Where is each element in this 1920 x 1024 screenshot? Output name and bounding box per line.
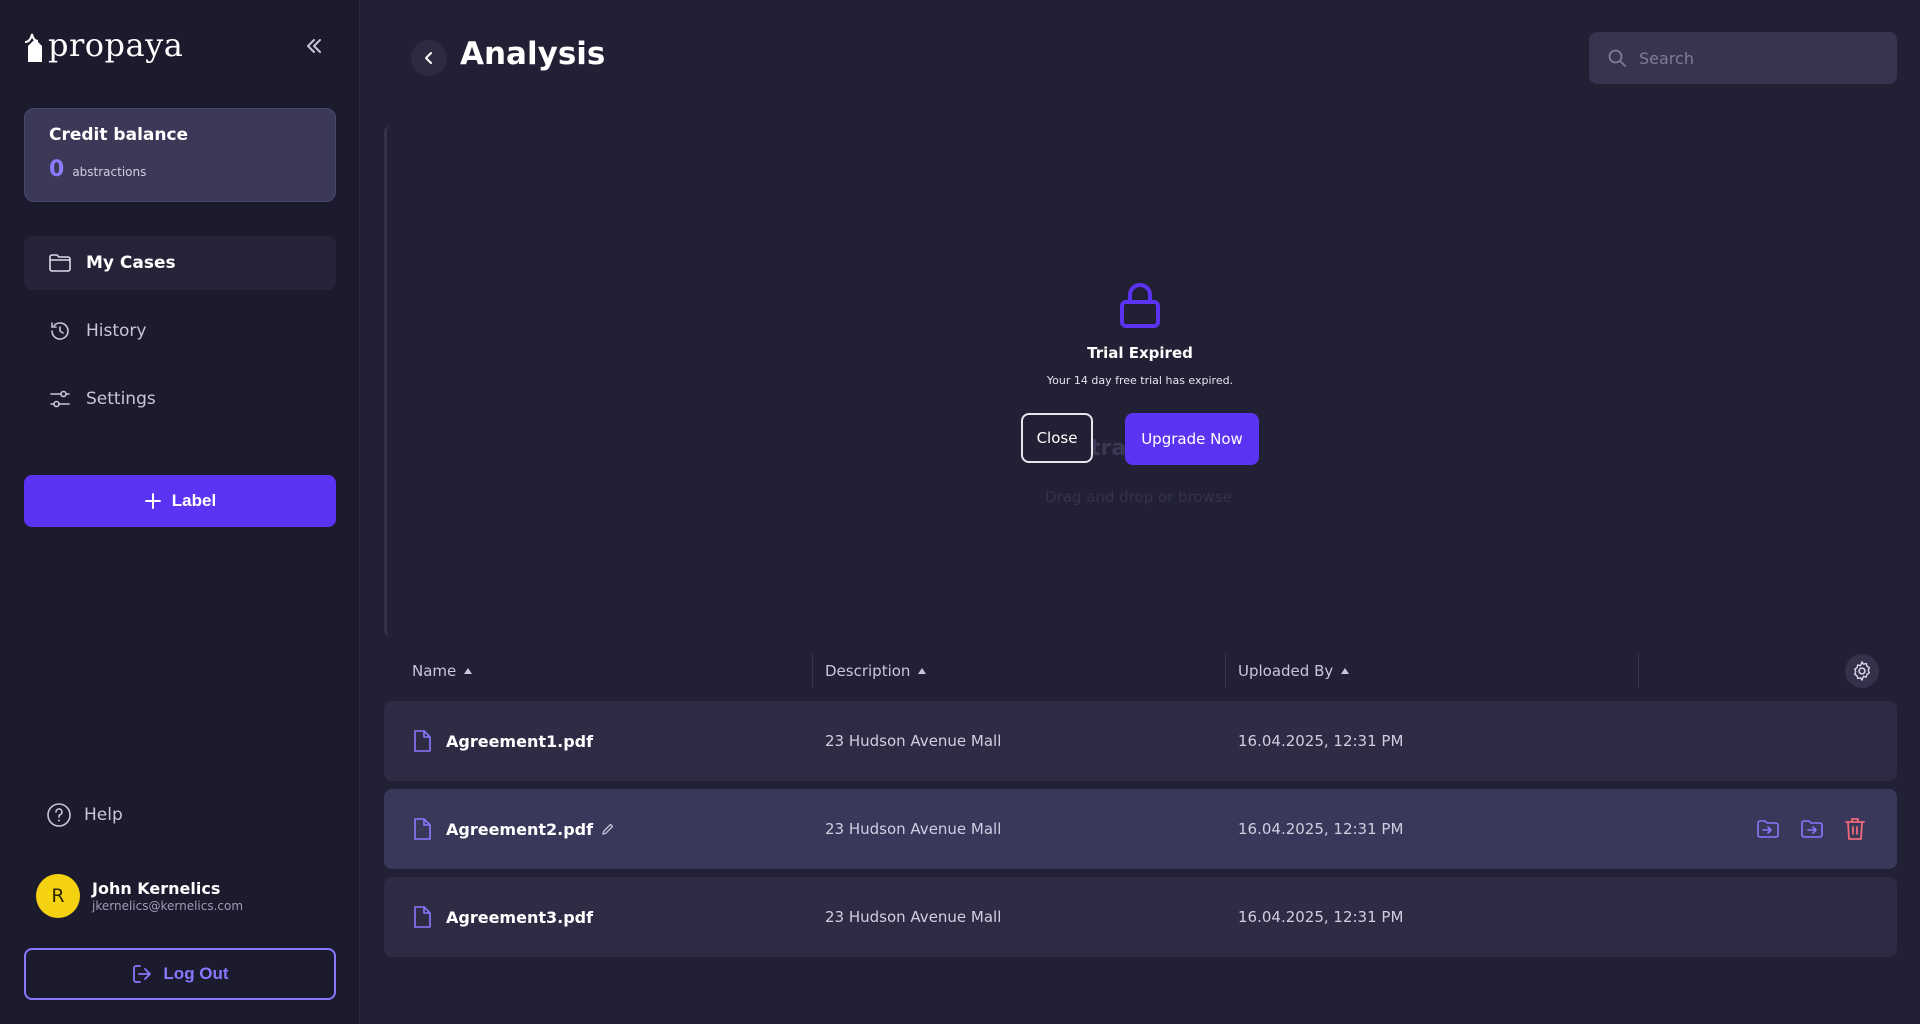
file-icon: [414, 730, 431, 752]
trial-expired-modal: Trial Expired Your 14 day free trial has…: [1000, 270, 1280, 490]
upload-dropzone-hint: Drag and drop or browse: [1045, 488, 1232, 506]
nav-item-history[interactable]: History: [24, 304, 336, 358]
logo[interactable]: propaya: [24, 26, 183, 64]
sort-up-icon: [1341, 668, 1350, 674]
column-header-description[interactable]: Description: [825, 650, 927, 692]
folder-input-icon: [1757, 820, 1779, 838]
sort-up-icon: [918, 668, 927, 674]
column-header-label: Description: [825, 662, 911, 680]
file-name: Agreement3.pdf: [446, 907, 594, 927]
column-header-uploaded-by[interactable]: Uploaded By: [1238, 650, 1350, 692]
modal-title: Trial Expired: [1087, 344, 1193, 362]
add-label-button-text: Label: [171, 491, 217, 510]
file-name: Agreement2.pdf: [446, 819, 594, 839]
help-link[interactable]: Help: [46, 802, 123, 828]
table-header: Name Description Uploaded By: [384, 650, 1897, 692]
logo-mark-icon: [24, 33, 42, 62]
search-icon: [1608, 49, 1626, 67]
column-header-label: Name: [412, 662, 457, 680]
folder-output-icon: [1801, 820, 1823, 838]
column-header-label: Uploaded By: [1238, 662, 1334, 680]
nav-item-label: History: [86, 321, 147, 341]
file-uploaded: 16.04.2025, 12:31 PM: [1238, 732, 1404, 750]
avatar: R: [36, 874, 80, 918]
file-icon: [414, 818, 431, 840]
file-description: 23 Hudson Avenue Mall: [825, 732, 1002, 750]
file-uploaded: 16.04.2025, 12:31 PM: [1238, 820, 1404, 838]
table-settings-button[interactable]: [1845, 654, 1879, 688]
column-header-name[interactable]: Name: [412, 650, 473, 692]
page-title: Analysis: [460, 36, 606, 72]
delete-button[interactable]: [1843, 816, 1867, 842]
table-row[interactable]: Agreement1.pdf 23 Hudson Avenue Mall 16.…: [384, 701, 1897, 781]
search-box[interactable]: [1589, 32, 1897, 84]
chevrons-left-icon: [307, 39, 321, 53]
table-row[interactable]: Agreement2.pdf 23 Hudson Avenue Mall 16.…: [384, 789, 1897, 869]
folder-icon: [49, 254, 71, 272]
column-divider: [1638, 654, 1639, 688]
user-email: jkernelics@kernelics.com: [92, 899, 244, 913]
logout-button[interactable]: Log Out: [24, 948, 336, 1000]
credit-balance-card: Credit balance 0 abstractions: [24, 108, 336, 202]
file-icon: [414, 906, 431, 928]
pencil-icon[interactable]: [601, 822, 615, 836]
credit-balance-unit: abstractions: [72, 165, 147, 179]
history-icon: [51, 322, 69, 340]
file-uploaded: 16.04.2025, 12:31 PM: [1238, 908, 1404, 926]
column-divider: [1225, 654, 1226, 688]
sidebar: propaya Credit balance 0 abstractions My…: [0, 0, 360, 1024]
nav-item-label: Settings: [86, 389, 156, 409]
lock-icon: [1120, 283, 1160, 328]
column-divider: [812, 654, 813, 688]
modal-message: Your 14 day free trial has expired.: [1046, 374, 1234, 387]
file-name: Agreement1.pdf: [446, 731, 594, 751]
add-label-button[interactable]: Label: [24, 475, 336, 527]
user-profile[interactable]: R John Kernelics jkernelics@kernelics.co…: [36, 874, 243, 918]
logout-icon: [133, 965, 152, 983]
logo-text: propaya: [48, 26, 184, 64]
gear-icon: [1853, 661, 1871, 681]
nav-item-settings[interactable]: Settings: [24, 372, 336, 426]
help-label: Help: [84, 805, 123, 825]
collapse-sidebar-button[interactable]: [300, 32, 328, 60]
export-button[interactable]: [1799, 816, 1825, 842]
nav-item-my-cases[interactable]: My Cases: [24, 236, 336, 290]
row-actions: [1755, 816, 1867, 842]
user-name: John Kernelics: [92, 879, 221, 898]
search-input[interactable]: [1639, 48, 1879, 68]
logout-button-text: Log Out: [163, 964, 229, 983]
credit-balance-value: 0: [49, 157, 65, 182]
back-button[interactable]: [411, 40, 447, 76]
chevron-left-icon: [425, 52, 432, 64]
file-description: 23 Hudson Avenue Mall: [825, 908, 1002, 926]
trash-icon: [1845, 818, 1865, 840]
nav-item-label: My Cases: [86, 253, 176, 273]
move-to-folder-button[interactable]: [1755, 816, 1781, 842]
sort-up-icon: [464, 668, 473, 674]
upgrade-now-button[interactable]: Upgrade Now: [1125, 413, 1259, 465]
close-button[interactable]: Close: [1021, 413, 1093, 463]
file-description: 23 Hudson Avenue Mall: [825, 820, 1002, 838]
table-row[interactable]: Agreement3.pdf 23 Hudson Avenue Mall 16.…: [384, 877, 1897, 957]
help-circle-icon: [47, 803, 71, 827]
sliders-icon: [50, 390, 70, 408]
credit-balance-title: Credit balance: [49, 125, 189, 145]
plus-icon: [144, 493, 161, 509]
